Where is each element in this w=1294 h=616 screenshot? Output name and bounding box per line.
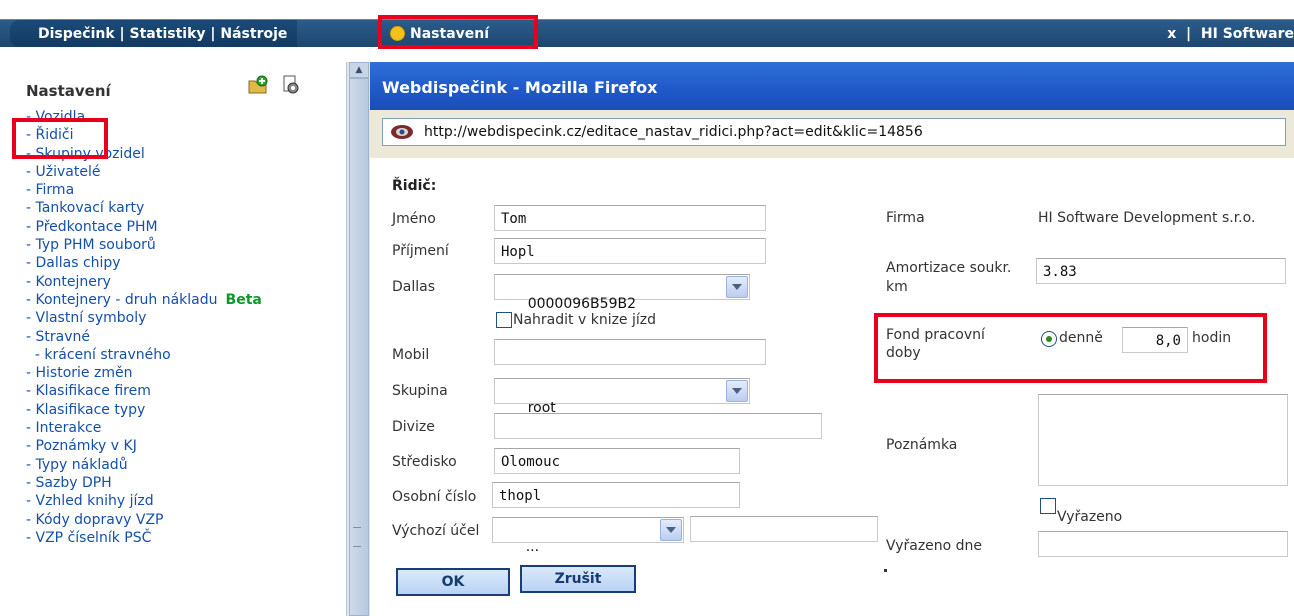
menu-item-label: - Kontejnery - druh nákladu xyxy=(26,291,218,308)
prijmeni-label: Příjmení xyxy=(392,243,449,259)
form-heading: Řidič: xyxy=(392,178,437,194)
menu-item-vzhled-knihy-jizd[interactable]: - Vzhled knihy jízd xyxy=(26,492,262,510)
popup-title: Webdispečink - Mozilla Firefox xyxy=(382,78,658,97)
osobni-cislo-label: Osobní číslo xyxy=(392,489,477,505)
nav-left-group: Dispečink | Statistiky | Nástroje xyxy=(10,20,298,47)
cancel-button[interactable]: Zrušit xyxy=(520,565,636,593)
menu-item-kontejnery-druh-nakladu[interactable]: - Kontejnery - druh nákladu Beta xyxy=(26,291,262,309)
popup-address-bar: http://webdispecink.cz/editace_nastav_ri… xyxy=(370,110,1294,159)
nav-separator: | xyxy=(114,25,130,42)
menu-item-klasifikace-typy[interactable]: - Klasifikace typy xyxy=(26,401,262,419)
nahradit-label: Nahradit v knize jízd xyxy=(513,312,657,328)
poznamka-textarea[interactable] xyxy=(1038,394,1288,486)
nastaveni-highlight-box xyxy=(378,15,538,49)
popup-titlebar[interactable]: Webdispečink - Mozilla Firefox xyxy=(370,62,1294,110)
chevron-down-icon[interactable] xyxy=(660,519,682,541)
menu-item-kontejnery[interactable]: - Kontejnery xyxy=(26,273,262,291)
skupina-select[interactable]: root xyxy=(494,378,750,416)
dallas-select[interactable]: 0000096B59B2 xyxy=(494,274,750,312)
nav-statistiky[interactable]: Statistiky xyxy=(130,26,206,42)
chevron-down-icon[interactable] xyxy=(726,276,748,298)
url-text: http://webdispecink.cz/editace_nastav_ri… xyxy=(424,124,923,140)
add-item-icon[interactable] xyxy=(247,75,269,95)
sidebar-title: Nastavení xyxy=(26,82,111,100)
nav-right-text[interactable]: x | HI Software xyxy=(1167,20,1294,47)
top-header: Dispečink | Statistiky | Nástroje Nastav… xyxy=(0,0,1294,62)
stredisko-field[interactable]: Olomouc xyxy=(494,448,740,474)
amortizace-label: Amortizace soukr. xyxy=(886,260,1012,276)
divize-label: Divize xyxy=(392,419,435,435)
menu-item-typy-nakladu[interactable]: - Typy nákladů xyxy=(26,456,262,474)
sidebar-icons xyxy=(247,75,301,95)
site-identity-icon[interactable] xyxy=(390,124,414,140)
vychozi-ucel-label: Výchozí účel xyxy=(392,523,480,539)
sidebar-scrollbar[interactable]: ▲ xyxy=(346,62,371,616)
divize-field[interactable] xyxy=(494,413,822,439)
ok-button[interactable]: OK xyxy=(396,568,510,596)
amortizace-label-km: km xyxy=(886,279,908,295)
menu-item-klasifikace-firem[interactable]: - Klasifikace firem xyxy=(26,382,262,400)
firma-label: Firma xyxy=(886,210,925,226)
nav-separator: | xyxy=(205,25,221,42)
poznamka-label: Poznámka xyxy=(886,437,958,453)
nav-dispecink[interactable]: Dispečink xyxy=(38,26,115,42)
skupina-label: Skupina xyxy=(392,383,448,399)
stredisko-label: Středisko xyxy=(392,454,457,470)
menu-item-vzp-ciselnik-psc[interactable]: - VZP číselník PSČ xyxy=(26,529,262,547)
menu-item-firma[interactable]: - Firma xyxy=(26,181,262,199)
fond-highlight-box xyxy=(874,313,1267,383)
vyrazeno-dne-field[interactable] xyxy=(1038,531,1288,557)
nahradit-checkbox[interactable] xyxy=(496,312,512,328)
dallas-label: Dallas xyxy=(392,279,436,295)
menu-item-vlastni-symboly[interactable]: - Vlastní symboly xyxy=(26,309,262,327)
menu-item-tankovaci-karty[interactable]: - Tankovací karty xyxy=(26,199,262,217)
mobil-field[interactable] xyxy=(494,339,766,365)
menu-item-dallas-chipy[interactable]: - Dallas chipy xyxy=(26,254,262,272)
main-nav-bar: Dispečink | Statistiky | Nástroje Nastav… xyxy=(0,19,1294,47)
chevron-down-icon[interactable] xyxy=(726,380,748,402)
vychozi-ucel-extra-field[interactable] xyxy=(690,516,878,542)
driver-edit-form: Řidič: Jméno Tom Příjmení Hopl Dallas 00… xyxy=(370,158,1294,616)
menu-item-sazby-dph[interactable]: - Sazby DPH xyxy=(26,474,262,492)
ridici-highlight-box xyxy=(12,118,108,159)
url-field[interactable]: http://webdispecink.cz/editace_nastav_ri… xyxy=(382,118,1286,146)
menu-item-typ-phm-souboru[interactable]: - Typ PHM souborů xyxy=(26,236,262,254)
dallas-selected: 0000096B59B2 xyxy=(527,296,636,312)
vychozi-ucel-select[interactable]: ... xyxy=(492,517,684,555)
small-marker xyxy=(884,569,887,572)
jmeno-field[interactable]: Tom xyxy=(494,205,766,231)
settings-document-icon[interactable] xyxy=(281,75,301,95)
beta-badge: Beta xyxy=(225,291,262,308)
menu-item-uzivatele[interactable]: - Uživatelé xyxy=(26,163,262,181)
menu-item-interakce[interactable]: - Interakce xyxy=(26,419,262,437)
menu-item-predkontace-phm[interactable]: - Předkontace PHM xyxy=(26,218,262,236)
menu-item-poznamky-v-kj[interactable]: - Poznámky v KJ xyxy=(26,437,262,455)
amortizace-field[interactable]: 3.83 xyxy=(1036,258,1286,284)
prijmeni-field[interactable]: Hopl xyxy=(494,238,766,264)
vychozi-ucel-selected: ... xyxy=(525,539,540,555)
firma-value: HI Software Development s.r.o. xyxy=(1038,210,1256,226)
menu-item-historie-zmen[interactable]: - Historie změn xyxy=(26,364,262,382)
scroll-up-icon[interactable]: ▲ xyxy=(349,62,369,78)
vyrazeno-label: Vyřazeno xyxy=(1057,509,1123,525)
nav-nastroje[interactable]: Nástroje xyxy=(220,26,287,42)
vyrazeno-dne-label: Vyřazeno dne xyxy=(886,538,983,554)
osobni-cislo-field[interactable]: thopl xyxy=(492,482,740,508)
settings-menu: - Vozidla - Řidiči - Skupiny vozidel - U… xyxy=(26,108,262,547)
scroll-grip-icon xyxy=(353,527,361,547)
jmeno-label: Jméno xyxy=(392,211,436,227)
mobil-label: Mobil xyxy=(392,347,430,363)
menu-item-stravne[interactable]: - Stravné xyxy=(26,328,262,346)
menu-item-kraceni-stravneho[interactable]: - krácení stravného xyxy=(26,346,262,364)
vyrazeno-checkbox[interactable] xyxy=(1040,498,1056,514)
menu-item-kody-dopravy-vzp[interactable]: - Kódy dopravy VZP xyxy=(26,511,262,529)
